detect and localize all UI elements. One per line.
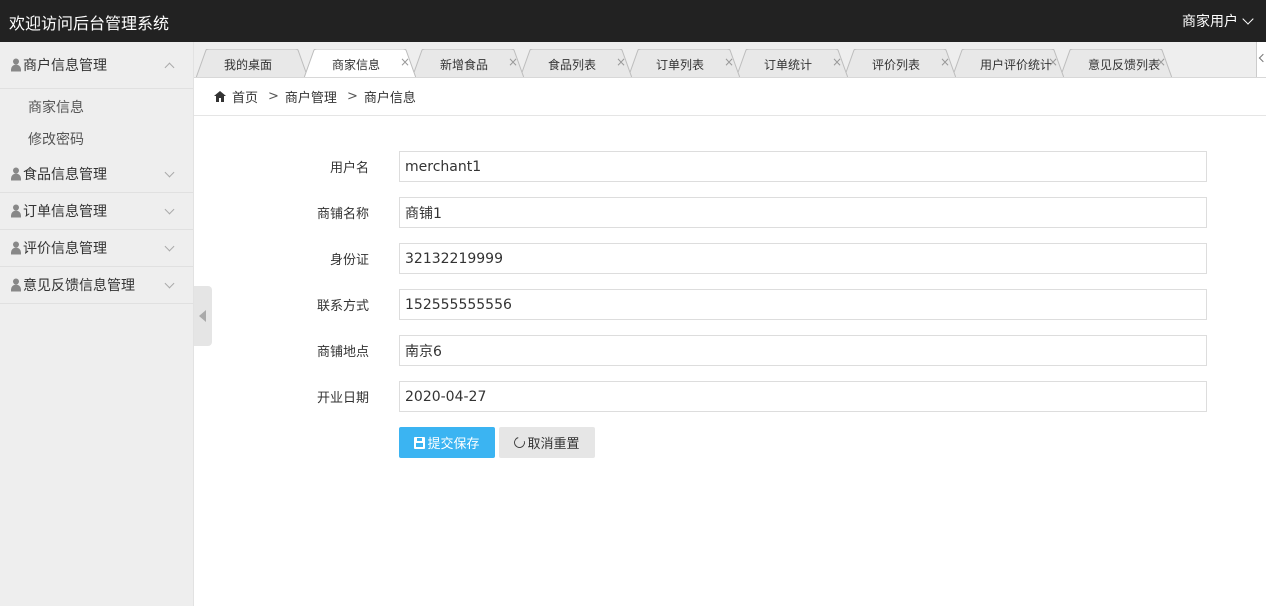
sidebar-submenu: 商家信息 修改密码 xyxy=(0,92,193,156)
form-row-contact: 联系方式 xyxy=(194,289,1266,320)
form-row-username: 用户名 xyxy=(194,151,1266,182)
form-row-id-card: 身份证 xyxy=(194,243,1266,274)
breadcrumb-home[interactable]: 首页 xyxy=(232,87,258,106)
form-row-open-date: 开业日期 xyxy=(194,381,1266,412)
cancel-reset-button[interactable]: 取消重置 xyxy=(499,427,595,458)
tab-label: 用户评价统计 xyxy=(980,58,1053,72)
sidebar-group-feedback[interactable]: 意见反馈信息管理 xyxy=(0,267,193,304)
tab-8[interactable]: 用户评价统计 × xyxy=(952,49,1064,77)
tab-label: 新增食品 xyxy=(440,58,489,72)
breadcrumb: 首页 > 商户管理 > 商户信息 xyxy=(194,78,1266,116)
id-card-input[interactable] xyxy=(399,243,1207,274)
close-icon[interactable]: × xyxy=(508,55,518,69)
chevron-left-icon xyxy=(1258,53,1266,63)
tab-label: 我的桌面 xyxy=(224,58,273,72)
sidebar-group-merchant[interactable]: 商户信息管理 xyxy=(0,42,193,89)
sidebar-group-label: 商户信息管理 xyxy=(23,58,107,74)
contact-input[interactable] xyxy=(399,289,1207,320)
open-date-label: 开业日期 xyxy=(316,391,369,406)
breadcrumb-level1[interactable]: 商户管理 xyxy=(285,87,337,106)
tab-bar: 我的桌面 商家信息 × 新增食品 × 食品列表 × 订单列表 × 订单统计 × 评价列表 × 用户评价统计… xyxy=(194,42,1266,78)
close-icon[interactable]: × xyxy=(400,55,410,69)
save-icon xyxy=(414,436,426,449)
close-icon[interactable]: × xyxy=(724,55,734,69)
breadcrumb-separator: > xyxy=(268,89,279,104)
user-icon xyxy=(10,278,22,292)
tab-label: 订单列表 xyxy=(656,58,705,72)
form-row-shop-location: 商铺地点 xyxy=(194,335,1266,366)
tab-9[interactable]: 意见反馈列表 × xyxy=(1060,49,1172,77)
chevron-down-icon xyxy=(1242,13,1254,25)
user-icon xyxy=(10,167,22,181)
chevron-down-icon xyxy=(164,167,175,177)
home-icon xyxy=(214,91,226,102)
cancel-reset-label: 取消重置 xyxy=(527,437,580,452)
sidebar: 商户信息管理 商家信息 修改密码 食品信息管理 订单信息管理 评价信息管理 意见… xyxy=(0,42,194,606)
chevron-up-icon xyxy=(164,62,175,72)
tab-5[interactable]: 订单列表 × xyxy=(628,49,740,77)
tab-1[interactable]: 我的桌面 xyxy=(196,49,308,77)
tab-6[interactable]: 订单统计 × xyxy=(736,49,848,77)
tab-label: 意见反馈列表 xyxy=(1088,58,1161,72)
sidebar-group-label: 食品信息管理 xyxy=(23,167,107,183)
username-label: 用户名 xyxy=(329,161,369,176)
sidebar-group-label: 意见反馈信息管理 xyxy=(23,278,135,294)
sidebar-group-review[interactable]: 评价信息管理 xyxy=(0,230,193,267)
tab-4[interactable]: 食品列表 × xyxy=(520,49,632,77)
open-date-input[interactable] xyxy=(399,381,1207,412)
sidebar-item-change-password[interactable]: 修改密码 xyxy=(0,124,193,156)
close-icon[interactable]: × xyxy=(832,55,842,69)
tab-scroll-left-button[interactable] xyxy=(1256,42,1266,77)
app-title: 欢迎访问后台管理系统 xyxy=(9,14,170,33)
user-menu[interactable]: 商家用户 xyxy=(1182,11,1254,31)
refresh-icon xyxy=(512,434,528,451)
breadcrumb-separator: > xyxy=(346,89,358,104)
submit-save-label: 提交保存 xyxy=(427,437,480,452)
user-icon xyxy=(10,58,22,72)
tab-label: 订单统计 xyxy=(764,58,813,72)
shop-name-label: 商铺名称 xyxy=(316,207,369,222)
close-icon[interactable]: × xyxy=(1048,55,1058,69)
sidebar-group-food[interactable]: 食品信息管理 xyxy=(0,156,193,193)
user-icon xyxy=(10,204,22,218)
chevron-down-icon xyxy=(164,241,175,251)
submit-save-button[interactable]: 提交保存 xyxy=(399,427,495,458)
close-icon[interactable]: × xyxy=(616,55,626,69)
sidebar-group-order[interactable]: 订单信息管理 xyxy=(0,193,193,230)
shop-location-input[interactable] xyxy=(399,335,1207,366)
shop-location-label: 商铺地点 xyxy=(316,345,369,360)
user-icon xyxy=(10,241,22,255)
tab-label: 食品列表 xyxy=(548,58,597,72)
chevron-down-icon xyxy=(164,204,175,214)
close-icon[interactable]: × xyxy=(1156,55,1166,69)
shop-name-input[interactable] xyxy=(399,197,1207,228)
sidebar-group-label: 评价信息管理 xyxy=(23,241,107,257)
close-icon[interactable]: × xyxy=(940,55,950,69)
id-card-label: 身份证 xyxy=(329,253,369,268)
tab-label: 商家信息 xyxy=(332,58,381,72)
sidebar-group-label: 订单信息管理 xyxy=(23,204,107,220)
top-header: 欢迎访问后台管理系统 商家用户 xyxy=(0,0,1266,42)
sidebar-item-merchant-info[interactable]: 商家信息 xyxy=(0,92,193,124)
tab-2[interactable]: 商家信息 × xyxy=(304,49,416,77)
breadcrumb-current: 商户信息 xyxy=(363,91,416,106)
chevron-down-icon xyxy=(164,278,175,288)
contact-label: 联系方式 xyxy=(316,299,369,314)
form-row-shop-name: 商铺名称 xyxy=(194,197,1266,228)
tab-7[interactable]: 评价列表 × xyxy=(844,49,956,77)
tab-label: 评价列表 xyxy=(872,58,921,72)
user-name: 商家用户 xyxy=(1182,14,1238,30)
username-input[interactable] xyxy=(399,151,1207,182)
tab-3[interactable]: 新增食品 × xyxy=(412,49,524,77)
